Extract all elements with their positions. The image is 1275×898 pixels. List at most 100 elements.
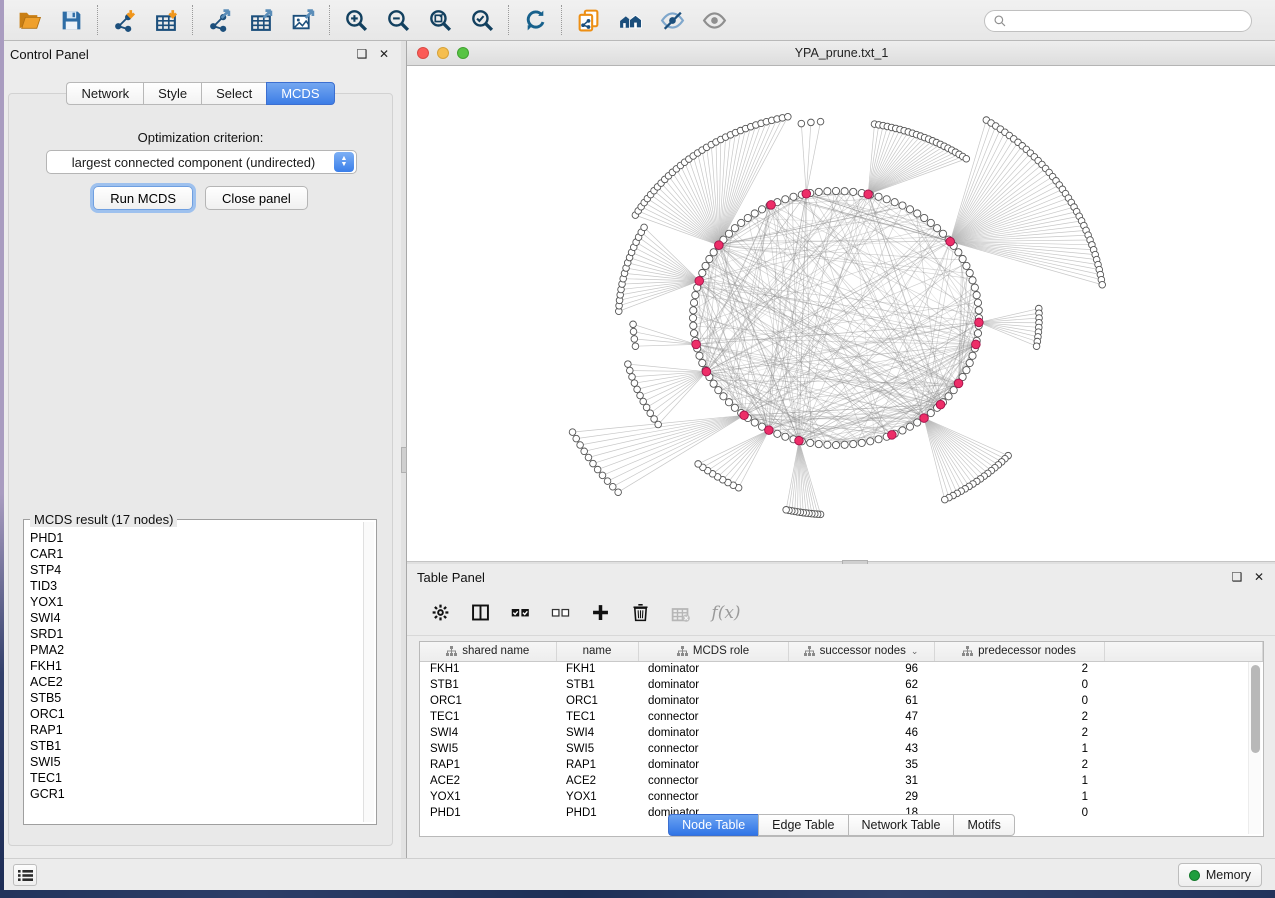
cell-name[interactable]: ORC1 xyxy=(556,693,638,709)
optimization-criterion-dropdown[interactable]: largest connected component (undirected)… xyxy=(46,150,357,174)
minimize-window-icon[interactable] xyxy=(437,47,449,59)
tab-edge-table[interactable]: Edge Table xyxy=(758,814,847,836)
cell-name[interactable]: ACE2 xyxy=(556,773,638,789)
export-network-button[interactable] xyxy=(198,3,240,37)
clone-network-button[interactable] xyxy=(567,3,609,37)
cell-shared_name[interactable]: FKH1 xyxy=(420,661,556,677)
column-header-MCDS-role[interactable]: MCDS role xyxy=(638,642,788,661)
table-row[interactable]: ACE2ACE2connector311 xyxy=(420,773,1263,789)
cell-predecessor_nodes[interactable]: 2 xyxy=(934,661,1104,677)
cell-predecessor_nodes[interactable]: 1 xyxy=(934,741,1104,757)
close-window-icon[interactable] xyxy=(417,47,429,59)
cell-predecessor_nodes[interactable]: 0 xyxy=(934,693,1104,709)
refresh-view-button[interactable] xyxy=(514,3,556,37)
tab-node-table[interactable]: Node Table xyxy=(668,814,758,836)
delete-rows-button[interactable] xyxy=(625,598,655,628)
cell-mcds_role[interactable]: connector xyxy=(638,741,788,757)
result-node-item[interactable]: GCR1 xyxy=(30,786,362,802)
cell-mcds_role[interactable]: dominator xyxy=(638,677,788,693)
cell-mcds_role[interactable]: connector xyxy=(638,709,788,725)
show-graphics-button[interactable] xyxy=(693,3,735,37)
open-file-button[interactable] xyxy=(8,3,50,37)
cell-shared_name[interactable]: ACE2 xyxy=(420,773,556,789)
memory-button[interactable]: Memory xyxy=(1178,863,1262,887)
cell-shared_name[interactable]: YOX1 xyxy=(420,789,556,805)
cell-shared_name[interactable]: STB1 xyxy=(420,677,556,693)
close-panel-icon[interactable]: ✕ xyxy=(1252,570,1266,584)
result-node-item[interactable]: CAR1 xyxy=(30,546,362,562)
cell-predecessor_nodes[interactable]: 2 xyxy=(934,757,1104,773)
task-history-button[interactable] xyxy=(13,864,37,886)
table-scrollbar[interactable] xyxy=(1248,662,1261,834)
cell-shared_name[interactable]: RAP1 xyxy=(420,757,556,773)
tab-select[interactable]: Select xyxy=(201,82,266,105)
table-row[interactable]: FKH1FKH1dominator962 xyxy=(420,661,1263,677)
network-window-titlebar[interactable]: YPA_prune.txt_1 xyxy=(407,41,1275,66)
result-node-item[interactable]: STP4 xyxy=(30,562,362,578)
table-row[interactable]: SWI4SWI4dominator462 xyxy=(420,725,1263,741)
cell-name[interactable]: SWI5 xyxy=(556,741,638,757)
network-view-canvas[interactable] xyxy=(407,66,1275,561)
run-mcds-button[interactable]: Run MCDS xyxy=(93,186,193,210)
ndex-button[interactable] xyxy=(609,3,651,37)
tab-mcds[interactable]: MCDS xyxy=(266,82,334,105)
cell-name[interactable]: SWI4 xyxy=(556,725,638,741)
close-panel-icon[interactable]: ✕ xyxy=(377,47,391,61)
select-all-button[interactable] xyxy=(505,598,535,628)
result-node-item[interactable]: STB5 xyxy=(30,690,362,706)
cell-mcds_role[interactable]: connector xyxy=(638,789,788,805)
zoom-selected-button[interactable] xyxy=(461,3,503,37)
result-node-item[interactable]: RAP1 xyxy=(30,722,362,738)
scrollbar-thumb[interactable] xyxy=(1251,665,1260,753)
result-node-item[interactable]: PHD1 xyxy=(30,530,362,546)
table-row[interactable]: STB1STB1dominator620 xyxy=(420,677,1263,693)
result-node-item[interactable]: TEC1 xyxy=(30,770,362,786)
show-columns-button[interactable] xyxy=(465,598,495,628)
table-row[interactable]: RAP1RAP1dominator352 xyxy=(420,757,1263,773)
cell-mcds_role[interactable]: dominator xyxy=(638,725,788,741)
zoom-fit-button[interactable] xyxy=(419,3,461,37)
cell-name[interactable]: FKH1 xyxy=(556,661,638,677)
result-node-item[interactable]: YOX1 xyxy=(30,594,362,610)
cell-predecessor_nodes[interactable]: 0 xyxy=(934,677,1104,693)
cell-successor_nodes[interactable]: 35 xyxy=(788,757,934,773)
cell-name[interactable]: TEC1 xyxy=(556,709,638,725)
import-table-button[interactable] xyxy=(145,3,187,37)
cell-name[interactable]: STB1 xyxy=(556,677,638,693)
table-row[interactable]: SWI5SWI5connector431 xyxy=(420,741,1263,757)
tab-network-table[interactable]: Network Table xyxy=(848,814,954,836)
cell-name[interactable]: RAP1 xyxy=(556,757,638,773)
cell-successor_nodes[interactable]: 47 xyxy=(788,709,934,725)
search-input[interactable] xyxy=(1007,14,1243,28)
save-session-button[interactable] xyxy=(50,3,92,37)
cell-successor_nodes[interactable]: 43 xyxy=(788,741,934,757)
cell-successor_nodes[interactable]: 62 xyxy=(788,677,934,693)
result-node-item[interactable]: ORC1 xyxy=(30,706,362,722)
cell-successor_nodes[interactable]: 46 xyxy=(788,725,934,741)
result-node-item[interactable]: SWI4 xyxy=(30,610,362,626)
cell-predecessor_nodes[interactable]: 1 xyxy=(934,789,1104,805)
tab-network[interactable]: Network xyxy=(66,82,143,105)
table-row[interactable]: TEC1TEC1connector472 xyxy=(420,709,1263,725)
cell-predecessor_nodes[interactable]: 2 xyxy=(934,709,1104,725)
column-header-name[interactable]: name xyxy=(556,642,638,661)
cell-successor_nodes[interactable]: 31 xyxy=(788,773,934,789)
cell-successor_nodes[interactable]: 61 xyxy=(788,693,934,709)
zoom-out-button[interactable] xyxy=(377,3,419,37)
column-header-predecessor-nodes[interactable]: predecessor nodes xyxy=(934,642,1104,661)
zoom-in-button[interactable] xyxy=(335,3,377,37)
tab-style[interactable]: Style xyxy=(143,82,201,105)
deselect-all-button[interactable] xyxy=(545,598,575,628)
add-row-button[interactable] xyxy=(585,598,615,628)
cell-name[interactable]: YOX1 xyxy=(556,789,638,805)
cell-mcds_role[interactable]: dominator xyxy=(638,757,788,773)
cell-mcds_role[interactable]: dominator xyxy=(638,661,788,677)
float-panel-icon[interactable]: ❑ xyxy=(355,47,369,61)
cell-shared_name[interactable]: SWI5 xyxy=(420,741,556,757)
search-field[interactable] xyxy=(984,10,1252,32)
settings-gear-button[interactable] xyxy=(425,598,455,628)
result-node-item[interactable]: TID3 xyxy=(30,578,362,594)
result-node-item[interactable]: FKH1 xyxy=(30,658,362,674)
result-node-item[interactable]: SRD1 xyxy=(30,626,362,642)
close-panel-button[interactable]: Close panel xyxy=(205,186,308,210)
